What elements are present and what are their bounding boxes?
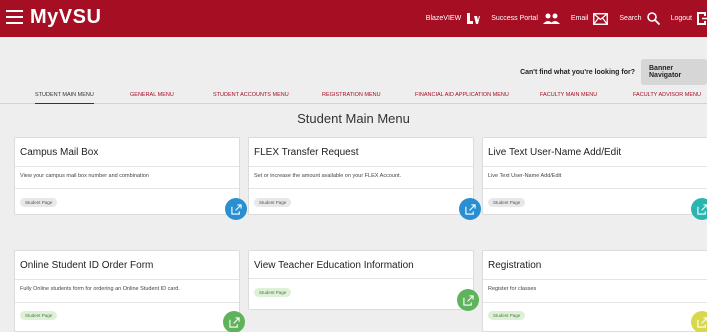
page-title: Student Main Menu <box>297 111 410 126</box>
card-flex-transfer-request[interactable]: FLEX Transfer Request Set or increase th… <box>248 137 481 220</box>
card-divider <box>15 188 239 189</box>
blazeview-logo-icon <box>467 13 481 24</box>
tab-student-main-menu[interactable]: STUDENT MAIN MENU <box>35 92 94 104</box>
external-link-icon <box>230 203 242 215</box>
open-link-button[interactable] <box>459 198 481 220</box>
blazeview-link[interactable]: BlazeVIEW <box>425 13 481 24</box>
email-label: Email <box>570 15 589 22</box>
logo-vsu-text: VSU <box>58 6 102 28</box>
users-icon <box>542 13 560 24</box>
external-link-icon <box>228 316 240 328</box>
card-online-student-id-order-form[interactable]: Online Student ID Order Form Fully Onlin… <box>14 250 245 332</box>
card-divider <box>15 279 239 280</box>
card-divider <box>483 166 707 167</box>
search-label: Search <box>619 15 642 22</box>
card-divider <box>15 166 239 167</box>
myvsu-logo[interactable]: MyVSU <box>30 6 101 29</box>
open-link-button[interactable] <box>691 311 707 332</box>
card-description: Fully Online students form for ordering … <box>20 286 180 292</box>
tab-faculty-advisor-menu[interactable]: FACULTY ADVISOR MENU <box>633 92 701 98</box>
logout-label: Logout <box>670 15 692 22</box>
card-view-teacher-education-info[interactable]: View Teacher Education Information Stude… <box>248 250 479 311</box>
card-title: Registration <box>488 260 542 271</box>
card-divider <box>483 302 707 303</box>
help-text: Can't find what you're looking for? <box>520 68 635 76</box>
banner-navigator-button[interactable]: Banner Navigator <box>641 59 707 85</box>
card-description: Live Text User-Name Add/Edit <box>488 173 562 179</box>
logout-link[interactable]: Logout <box>671 12 707 25</box>
tab-student-accounts-menu[interactable]: STUDENT ACCOUNTS MENU <box>213 92 289 98</box>
help-line: Can't find what you're looking for? Bann… <box>520 59 707 85</box>
open-link-button[interactable] <box>691 198 707 220</box>
student-page-chip: Student Page <box>488 311 526 320</box>
card-divider <box>249 278 473 279</box>
student-page-chip: Student Page <box>20 198 58 207</box>
student-page-chip: Student Page <box>254 198 292 207</box>
envelope-icon <box>593 12 609 25</box>
card-divider <box>15 302 239 303</box>
open-link-button[interactable] <box>225 198 247 220</box>
open-link-button[interactable] <box>223 311 245 332</box>
card-title: Online Student ID Order Form <box>20 260 154 271</box>
card-registration[interactable]: Registration Register for classes Studen… <box>482 250 707 332</box>
card-divider <box>483 279 707 280</box>
student-page-chip: Student Page <box>254 288 292 297</box>
logo-my-text: My <box>30 6 59 28</box>
card-divider <box>249 166 473 167</box>
blazeview-label: BlazeVIEW <box>425 15 462 22</box>
external-link-icon <box>696 316 707 328</box>
menu-icon[interactable] <box>6 10 23 24</box>
card-description: View your campus mail box number and com… <box>20 173 149 179</box>
tab-faculty-main-menu[interactable]: FACULTY MAIN MENU <box>540 92 597 98</box>
student-page-chip: Student Page <box>488 198 526 207</box>
external-link-icon <box>696 203 707 215</box>
external-link-icon <box>462 294 474 306</box>
open-link-button[interactable] <box>457 289 479 311</box>
menu-tabs: STUDENT MAIN MENU GENERAL MENU STUDENT A… <box>0 88 707 104</box>
card-description: Set or increase the amount available on … <box>254 173 402 179</box>
card-description: Register for classes <box>488 286 537 292</box>
logout-icon <box>697 12 707 25</box>
card-title: Live Text User-Name Add/Edit <box>488 147 622 158</box>
student-page-chip: Student Page <box>20 311 58 320</box>
card-divider <box>249 188 473 189</box>
search-link[interactable]: Search <box>619 12 660 25</box>
success-portal-link[interactable]: Success Portal <box>491 13 560 24</box>
external-link-icon <box>464 203 476 215</box>
top-nav: BlazeVIEW Success Portal Email Search Lo… <box>426 0 707 37</box>
email-link[interactable]: Email <box>570 12 609 25</box>
card-campus-mail-box[interactable]: Campus Mail Box View your campus mail bo… <box>14 137 247 220</box>
card-live-text-user-name[interactable]: Live Text User-Name Add/Edit Live Text U… <box>482 137 707 220</box>
tab-registration-menu[interactable]: REGISTRATION MENU <box>322 92 381 98</box>
top-bar: MyVSU BlazeVIEW Success Portal Email Sea… <box>0 0 707 37</box>
search-icon <box>646 12 660 25</box>
card-title: View Teacher Education Information <box>254 260 414 271</box>
card-title: FLEX Transfer Request <box>254 147 359 158</box>
card-divider <box>483 188 707 189</box>
success-portal-label: Success Portal <box>491 15 538 22</box>
tab-general-menu[interactable]: GENERAL MENU <box>130 92 174 98</box>
card-title: Campus Mail Box <box>20 147 99 158</box>
tab-financial-aid-application-menu[interactable]: FINANCIAL AID APPLICATION MENU <box>415 92 509 98</box>
